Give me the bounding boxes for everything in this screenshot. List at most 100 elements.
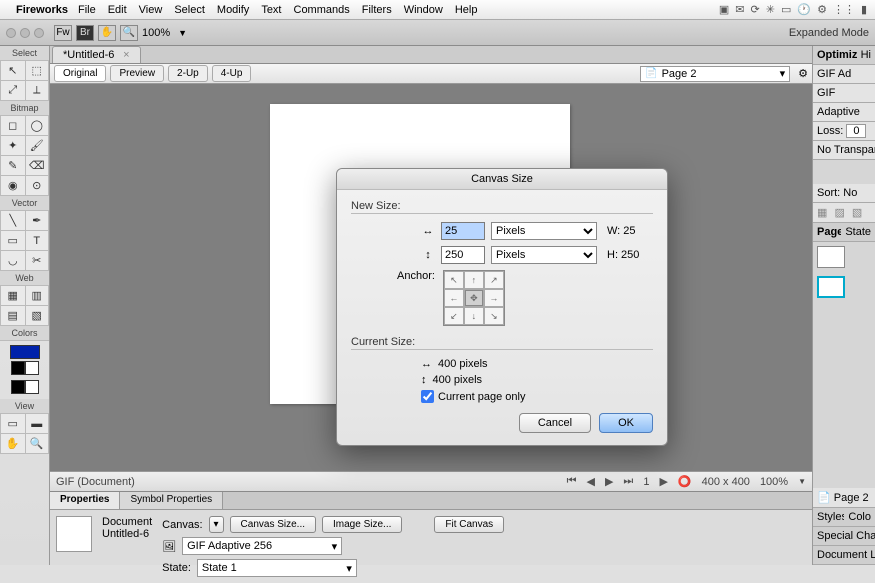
menu-window[interactable]: Window	[404, 4, 443, 16]
menu-edit[interactable]: Edit	[108, 4, 127, 16]
status-icon[interactable]: ▣	[719, 3, 729, 16]
anchor-center[interactable]: ✥	[464, 289, 484, 307]
status-icon[interactable]: ⟳	[751, 3, 760, 16]
fit-canvas-button[interactable]: Fit Canvas	[434, 516, 504, 533]
panel-document-library[interactable]: Document Lib	[813, 546, 875, 565]
anchor-nw[interactable]: ↖	[444, 271, 464, 289]
page-thumb-1[interactable]	[817, 246, 845, 268]
status-zoom[interactable]: 100%	[760, 476, 788, 488]
br-icon[interactable]: Br	[76, 25, 94, 41]
loss-input[interactable]: 0	[846, 124, 866, 138]
width-input[interactable]	[441, 222, 485, 240]
frame-next-icon[interactable]: ▶	[605, 475, 613, 488]
current-page-only-checkbox[interactable]	[421, 390, 434, 403]
hotspot-tool[interactable]: ▦	[0, 286, 25, 306]
show-slice-tool[interactable]: ▧	[25, 306, 50, 326]
menu-file[interactable]: File	[78, 4, 96, 16]
canvas-size-button[interactable]: Canvas Size...	[230, 516, 316, 533]
view-4up[interactable]: 4-Up	[212, 65, 252, 82]
pointer-tool[interactable]: ↖	[0, 61, 25, 81]
panel-special-chars[interactable]: Special Chara	[813, 527, 875, 546]
rectangle-tool[interactable]: ▭	[0, 231, 25, 251]
frame-prev-icon[interactable]: ◀	[586, 475, 594, 488]
panel-styles[interactable]: Styles	[813, 508, 844, 527]
height-unit-select[interactable]: Pixels	[491, 246, 597, 264]
page-selector[interactable]: 📄 Page 2▾	[640, 66, 790, 82]
app-name[interactable]: Fireworks	[16, 4, 68, 16]
optimize-tools[interactable]: ▦ ▨ ▧	[813, 203, 875, 223]
blur-tool[interactable]: ◉	[0, 176, 25, 196]
subselect-tool[interactable]: ⬚	[25, 61, 50, 81]
tab-properties[interactable]: Properties	[50, 492, 120, 509]
lasso-tool[interactable]: ◯	[25, 116, 50, 136]
anchor-n[interactable]: ↑	[464, 271, 484, 289]
tab-symbol-properties[interactable]: Symbol Properties	[120, 492, 223, 509]
anchor-e[interactable]: →	[484, 289, 504, 307]
optimize-palette[interactable]: Adaptive	[813, 103, 875, 122]
screen-mode-tool-2[interactable]: ▬	[25, 414, 50, 434]
zoom-dropdown-icon[interactable]: ▼	[798, 477, 806, 486]
anchor-ne[interactable]: ↗	[484, 271, 504, 289]
anchor-sw[interactable]: ↙	[444, 307, 464, 325]
state-select[interactable]: State 1▾	[197, 559, 357, 577]
status-icon[interactable]: ▭	[781, 3, 791, 16]
battery-icon[interactable]: ▮	[861, 3, 867, 16]
play-icon[interactable]: ▶	[659, 475, 667, 488]
image-size-button[interactable]: Image Size...	[322, 516, 402, 533]
anchor-grid[interactable]: ↖↑↗ ←✥→ ↙↓↘	[443, 270, 505, 326]
hide-slice-tool[interactable]: ▤	[0, 306, 25, 326]
pencil-tool[interactable]: ✎	[0, 156, 25, 176]
close-tab-icon[interactable]: ×	[123, 49, 129, 61]
zoom-level[interactable]: 100%	[142, 27, 170, 39]
zoom-dropdown-icon[interactable]: ▼	[178, 28, 187, 38]
fw-icon[interactable]: Fw	[54, 25, 72, 41]
zoom-tool[interactable]: 🔍	[25, 434, 50, 454]
crop-tool[interactable]: ⟂	[25, 81, 50, 101]
panel-optimize[interactable]: Optimize	[813, 46, 857, 65]
view-preview[interactable]: Preview	[110, 65, 164, 82]
menu-commands[interactable]: Commands	[294, 4, 350, 16]
anchor-w[interactable]: ←	[444, 289, 464, 307]
height-input[interactable]	[441, 246, 485, 264]
frame-first-icon[interactable]: ⏮	[567, 475, 577, 488]
fill-color-row[interactable]	[2, 361, 47, 378]
status-icon[interactable]: ✉	[735, 3, 744, 16]
page-thumb-2[interactable]	[817, 276, 845, 298]
wifi-icon[interactable]: ⋮⋮	[833, 3, 855, 16]
menu-help[interactable]: Help	[455, 4, 478, 16]
status-icon[interactable]: ✳	[766, 3, 775, 16]
ok-button[interactable]: OK	[599, 413, 653, 433]
view-2up[interactable]: 2-Up	[168, 65, 208, 82]
zoom-tool-icon[interactable]: 🔍	[120, 25, 138, 41]
color-tools-row[interactable]	[2, 380, 47, 397]
sort-select[interactable]: No	[843, 187, 857, 199]
menu-filters[interactable]: Filters	[362, 4, 392, 16]
freeform-tool[interactable]: ◡	[0, 251, 25, 271]
anchor-s[interactable]: ↓	[464, 307, 484, 325]
stamp-tool[interactable]: ⊙	[25, 176, 50, 196]
menu-modify[interactable]: Modify	[217, 4, 249, 16]
slice-tool[interactable]: ▥	[25, 286, 50, 306]
brush-tool[interactable]: 🖌	[25, 136, 50, 156]
window-controls[interactable]	[6, 28, 44, 38]
frame-last-icon[interactable]: ⏭	[623, 475, 633, 488]
hand-tool-icon[interactable]: ✋	[98, 25, 116, 41]
document-tab[interactable]: *Untitled-6 ×	[52, 46, 141, 63]
optimize-preset-select[interactable]: GIF Adaptive 256▾	[182, 537, 342, 555]
marquee-tool[interactable]: ◻	[0, 116, 25, 136]
cancel-button[interactable]: Cancel	[519, 413, 591, 433]
pen-tool[interactable]: ✒	[25, 211, 50, 231]
view-original[interactable]: Original	[54, 65, 106, 82]
page-options-icon[interactable]: ⚙	[798, 67, 808, 80]
menu-view[interactable]: View	[139, 4, 163, 16]
eraser-tool[interactable]: ⌫	[25, 156, 50, 176]
status-icon[interactable]: 🕐	[797, 3, 811, 16]
workspace-mode[interactable]: Expanded Mode	[789, 27, 869, 39]
anchor-se[interactable]: ↘	[484, 307, 504, 325]
panel-states[interactable]: State	[841, 223, 875, 242]
screen-mode-tool[interactable]: ▭	[0, 414, 25, 434]
panel-history[interactable]: Hi	[857, 46, 875, 65]
knife-tool[interactable]: ✂	[25, 251, 50, 271]
canvas-color-swatch[interactable]: ▾	[209, 516, 224, 533]
optimize-transparency[interactable]: No Transpar	[813, 141, 875, 160]
